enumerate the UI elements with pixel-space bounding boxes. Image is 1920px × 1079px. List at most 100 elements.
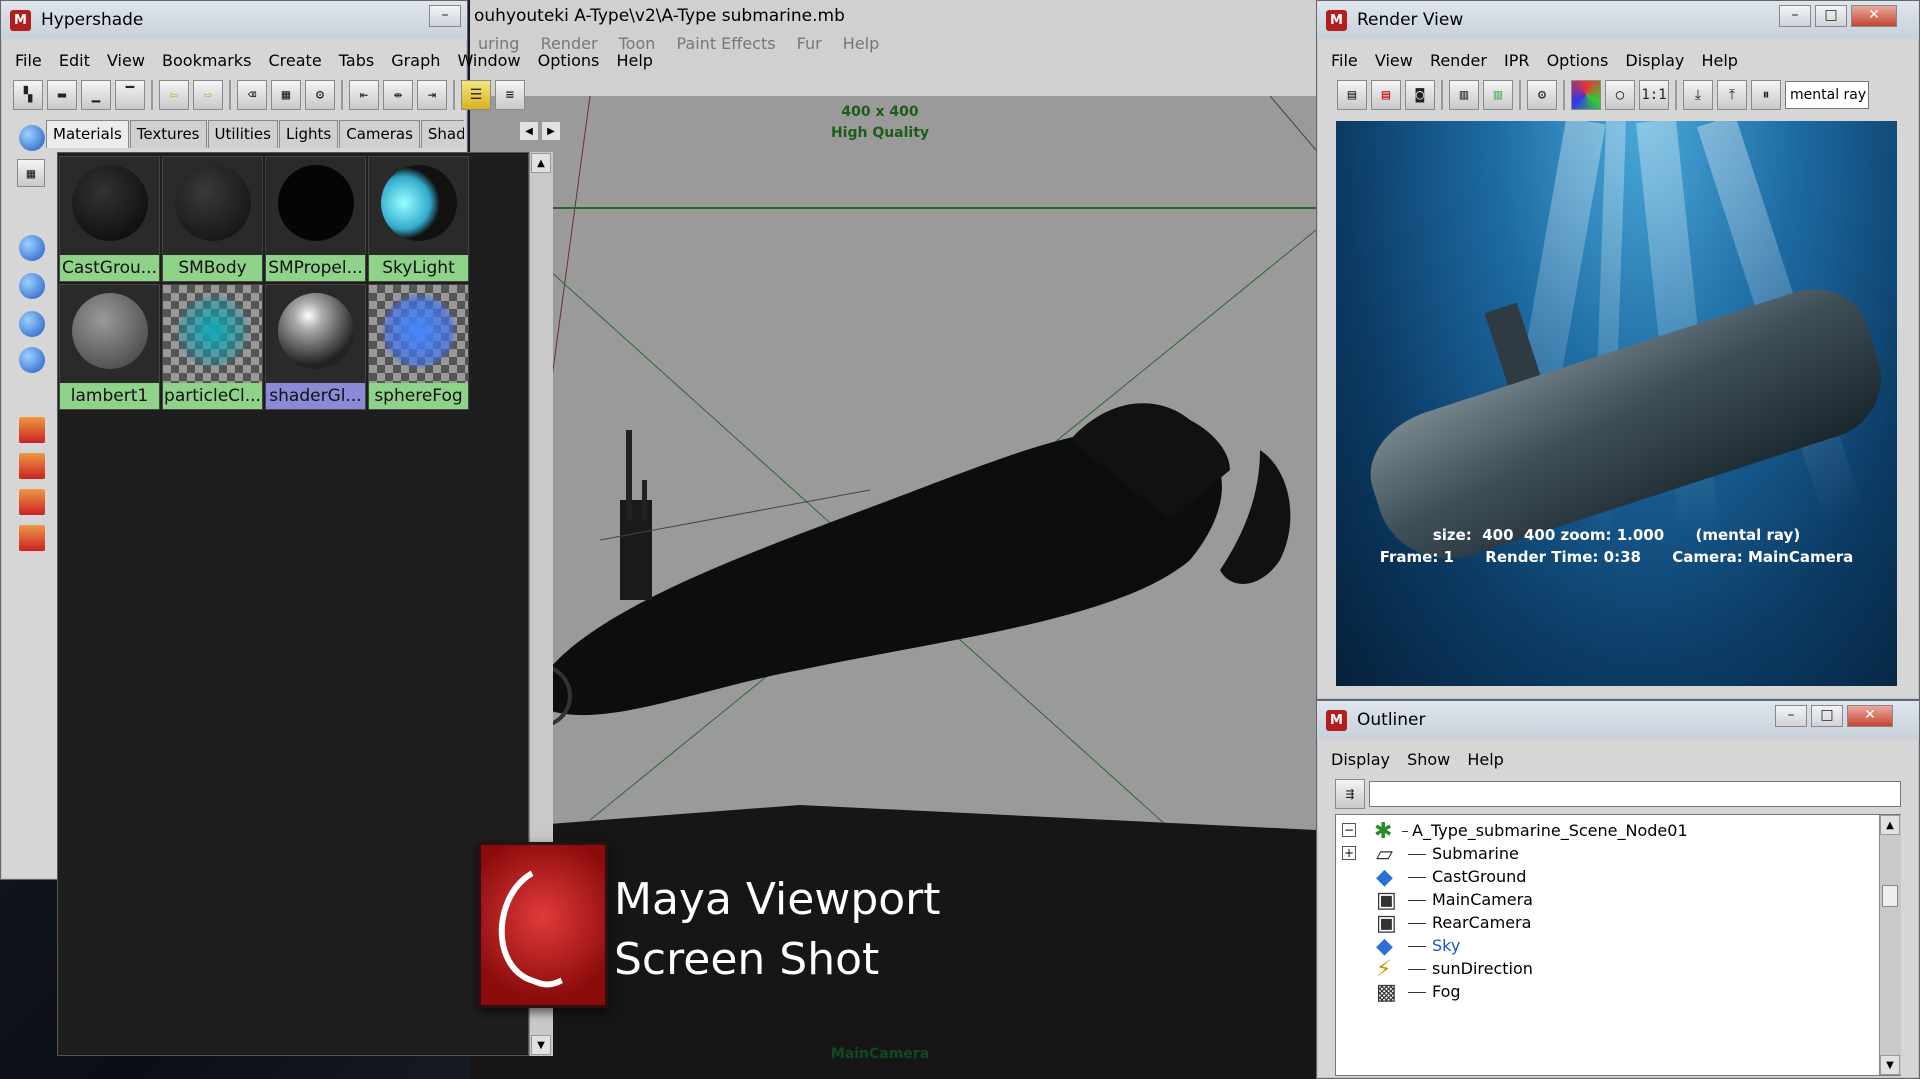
menu-file[interactable]: File bbox=[1331, 51, 1358, 70]
ipr-render-icon[interactable]: ▥ bbox=[1449, 80, 1479, 110]
rgb-channel-icon[interactable] bbox=[1571, 80, 1601, 110]
scroll-thumb[interactable] bbox=[1882, 885, 1898, 907]
material-preview-sphere bbox=[381, 293, 457, 369]
tab-scroll-right-icon[interactable]: ▶ bbox=[541, 121, 561, 141]
menu-display[interactable]: Display bbox=[1625, 51, 1684, 70]
scroll-up-icon[interactable]: ▲ bbox=[1880, 815, 1900, 835]
sphere-small-icon[interactable] bbox=[19, 235, 45, 261]
material-preview-sphere bbox=[175, 165, 251, 241]
outliner-scrollbar[interactable]: ▲ ▼ bbox=[1879, 815, 1901, 1075]
material-swatch[interactable]: SMBody bbox=[162, 156, 263, 282]
renderer-select[interactable] bbox=[1785, 81, 1869, 109]
outliner-search-field[interactable] bbox=[1369, 781, 1901, 807]
menu-edit[interactable]: Edit bbox=[59, 51, 90, 70]
sort-time-icon[interactable] bbox=[19, 489, 45, 515]
scroll-down-icon[interactable]: ▼ bbox=[531, 1035, 551, 1055]
material-preview-sphere bbox=[278, 293, 354, 369]
tab-scroll-left-icon[interactable]: ◀ bbox=[519, 121, 539, 141]
bottom-tab-icon[interactable]: ▁ bbox=[81, 80, 111, 110]
back-arrow-icon[interactable]: ⇦ bbox=[159, 80, 189, 110]
sort-type-icon[interactable] bbox=[19, 453, 45, 479]
sphere-medium-icon[interactable] bbox=[19, 273, 45, 299]
menu-help[interactable]: Help bbox=[1467, 750, 1503, 769]
tab-shading-groups[interactable]: Shading Groups bbox=[420, 120, 464, 148]
sphere-large-icon[interactable] bbox=[19, 311, 45, 337]
hypershade-titlebar[interactable]: M Hypershade – □ bbox=[1, 1, 467, 39]
tab-cameras[interactable]: Cameras bbox=[339, 120, 420, 148]
menu-window[interactable]: Window bbox=[457, 51, 520, 70]
sort-reverse-icon[interactable] bbox=[19, 525, 45, 551]
menu-display[interactable]: Display bbox=[1331, 750, 1390, 769]
render-frame-icon[interactable]: ▤ bbox=[1337, 80, 1367, 110]
minimize-button[interactable]: – bbox=[429, 5, 461, 27]
snapshot-icon[interactable]: ◙ bbox=[1405, 80, 1435, 110]
tab-materials[interactable]: Materials bbox=[46, 120, 129, 148]
menu-render[interactable]: Render bbox=[1430, 51, 1487, 70]
top-tab-icon[interactable]: ▔ bbox=[115, 80, 145, 110]
top-bottom-tabs-icon[interactable]: ▬ bbox=[47, 80, 77, 110]
ipr-refresh-icon[interactable]: ▥ bbox=[1483, 80, 1513, 110]
create-bar-icon[interactable] bbox=[19, 125, 45, 151]
render-view-titlebar[interactable]: M Render View – □ ✕ bbox=[1317, 1, 1919, 39]
toggle-layout-icon[interactable]: ▚ bbox=[13, 80, 43, 110]
sort-list-icon[interactable]: ☰ bbox=[461, 80, 491, 110]
sort-tree-icon[interactable]: ≡ bbox=[495, 80, 525, 110]
menu-view[interactable]: View bbox=[107, 51, 145, 70]
outliner-item[interactable]: ▩ Fog bbox=[1336, 978, 1896, 1006]
keep-image-icon[interactable]: ⤓ bbox=[1683, 80, 1713, 110]
tab-textures[interactable]: Textures bbox=[129, 120, 207, 148]
menu-bookmarks[interactable]: Bookmarks bbox=[162, 51, 251, 70]
eraser-icon[interactable]: ⌫ bbox=[237, 80, 267, 110]
expand-icon[interactable]: + bbox=[1342, 846, 1356, 860]
input-connections-icon[interactable]: ⇤ bbox=[349, 80, 379, 110]
close-button[interactable]: ✕ bbox=[1847, 705, 1893, 727]
maximize-button[interactable]: □ bbox=[1815, 5, 1847, 27]
minimize-button[interactable]: – bbox=[1775, 705, 1807, 727]
alpha-channel-icon[interactable]: ○ bbox=[1605, 80, 1635, 110]
tab-lights[interactable]: Lights bbox=[278, 120, 339, 148]
real-size-icon[interactable]: 1:1 bbox=[1639, 80, 1669, 110]
menu-tabs[interactable]: Tabs bbox=[339, 51, 374, 70]
menu-help[interactable]: Help bbox=[1701, 51, 1737, 70]
material-swatch[interactable]: CastGrou... bbox=[59, 156, 160, 282]
graph-materials-icon[interactable]: ⚙ bbox=[305, 80, 335, 110]
output-connections-icon[interactable]: ⇥ bbox=[417, 80, 447, 110]
sphere-xlarge-icon[interactable] bbox=[19, 347, 45, 373]
maximize-button[interactable]: □ bbox=[1811, 705, 1843, 727]
menu-options[interactable]: Options bbox=[1547, 51, 1609, 70]
menu-view[interactable]: View bbox=[1375, 51, 1413, 70]
grid-view-icon[interactable]: ▦ bbox=[17, 159, 45, 187]
input-output-connections-icon[interactable]: ⇹ bbox=[383, 80, 413, 110]
outliner-filter-icon[interactable]: ⇶ bbox=[1335, 779, 1365, 809]
menu-create[interactable]: Create bbox=[269, 51, 322, 70]
pause-icon[interactable]: ⏸ bbox=[1751, 80, 1781, 110]
material-swatch[interactable]: sphereFog bbox=[368, 284, 469, 410]
menu-help[interactable]: Help bbox=[616, 51, 652, 70]
render-settings-icon[interactable]: ⚙ bbox=[1527, 80, 1557, 110]
tab-utilities[interactable]: Utilities bbox=[207, 120, 278, 148]
close-button[interactable]: ✕ bbox=[1851, 5, 1897, 27]
sort-name-icon[interactable] bbox=[19, 417, 45, 443]
material-swatch[interactable]: shaderGl... bbox=[265, 284, 366, 410]
camera-label: MainCamera bbox=[830, 1046, 930, 1062]
scroll-down-icon[interactable]: ▼ bbox=[1880, 1055, 1900, 1075]
material-swatch[interactable]: SMPropel... bbox=[265, 156, 366, 282]
forward-arrow-icon[interactable]: ⇨ bbox=[193, 80, 223, 110]
menu-file[interactable]: File bbox=[15, 51, 42, 70]
remove-image-icon[interactable]: ⤒ bbox=[1717, 80, 1747, 110]
scroll-up-icon[interactable]: ▲ bbox=[531, 153, 551, 173]
rearrange-graph-icon[interactable]: ▦ bbox=[271, 80, 301, 110]
outliner-titlebar[interactable]: M Outliner – □ ✕ bbox=[1317, 701, 1919, 739]
material-swatch[interactable]: SkyLight bbox=[368, 156, 469, 282]
outliner-window[interactable]: M Outliner – □ ✕ Display Show Help ⇶ − ✱ A… bbox=[1316, 700, 1920, 1079]
menu-graph[interactable]: Graph bbox=[391, 51, 440, 70]
menu-options[interactable]: Options bbox=[538, 51, 600, 70]
render-region-icon[interactable]: ▤ bbox=[1371, 80, 1401, 110]
collapse-icon[interactable]: − bbox=[1342, 823, 1356, 837]
render-view-window[interactable]: M Render View – □ ✕ File View Render IPR… bbox=[1316, 0, 1920, 700]
material-swatch[interactable]: lambert1 bbox=[59, 284, 160, 410]
menu-ipr[interactable]: IPR bbox=[1504, 51, 1529, 70]
minimize-button[interactable]: – bbox=[1779, 5, 1811, 27]
material-swatch[interactable]: particleCl... bbox=[162, 284, 263, 410]
menu-show[interactable]: Show bbox=[1407, 750, 1450, 769]
